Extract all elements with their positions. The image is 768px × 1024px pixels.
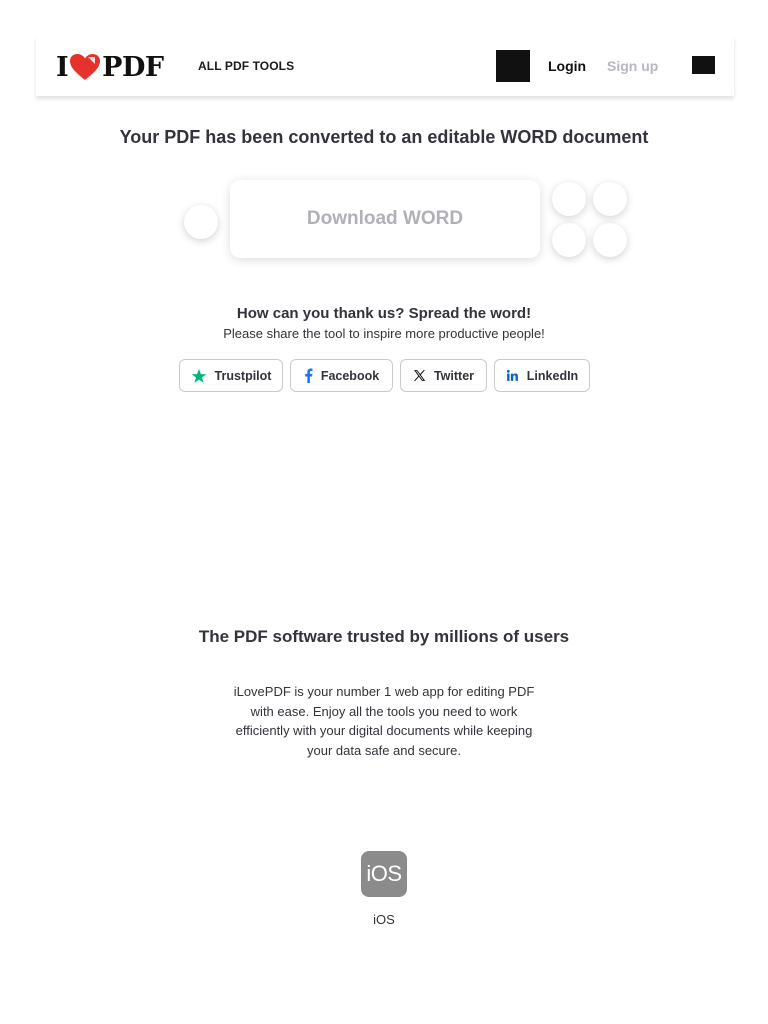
facebook-icon [305,368,313,383]
star-icon [191,368,206,383]
google-drive-button[interactable] [552,182,586,216]
nav-all-pdf-tools[interactable]: ALL PDF TOOLS [198,59,294,73]
ilovepdf-logo[interactable]: I PDF [56,51,164,83]
linkedin-icon [506,369,518,381]
trustpilot-label: Trustpilot [214,368,272,383]
trusted-title: The PDF software trusted by millions of … [198,627,570,646]
download-area: Download WORD [0,178,768,268]
twitter-label: Twitter [433,368,475,383]
trustpilot-button[interactable]: Trustpilot [179,359,283,392]
share-subtitle: Please share the tool to inspire more pr… [223,326,545,341]
conversion-result-title: Your PDF has been converted to an editab… [119,127,649,147]
twitter-button[interactable]: Twitter [400,359,487,392]
share-title: How can you thank us? Spread the word! [236,305,532,322]
ios-badge-text: iOS [366,861,402,886]
download-word-button[interactable]: Download WORD [230,180,540,258]
hamburger-menu-icon[interactable] [692,56,715,74]
linkedin-button[interactable]: LinkedIn [494,359,590,392]
heart-icon [70,54,101,80]
grid-menu-icon[interactable] [496,50,530,82]
login-link[interactable]: Login [548,58,586,74]
ios-label: iOS [373,912,395,927]
linkedin-label: LinkedIn [526,368,579,383]
facebook-button[interactable]: Facebook [290,359,393,392]
share-link-button[interactable] [552,223,586,257]
top-header: I PDF ALL PDF TOOLS Login Sign up [36,36,734,96]
signup-link[interactable]: Sign up [607,58,658,74]
x-icon [413,370,426,381]
logo-word-pdf: PDF [102,51,164,83]
facebook-label: Facebook [320,368,380,383]
ios-app-icon[interactable]: iOS [361,851,407,897]
back-button[interactable] [184,205,218,239]
trusted-description: iLovePDF is your number 1 web app for ed… [233,684,535,758]
logo-letter-i: I [56,51,69,83]
dropbox-button[interactable] [593,182,627,216]
delete-button[interactable] [593,223,627,257]
